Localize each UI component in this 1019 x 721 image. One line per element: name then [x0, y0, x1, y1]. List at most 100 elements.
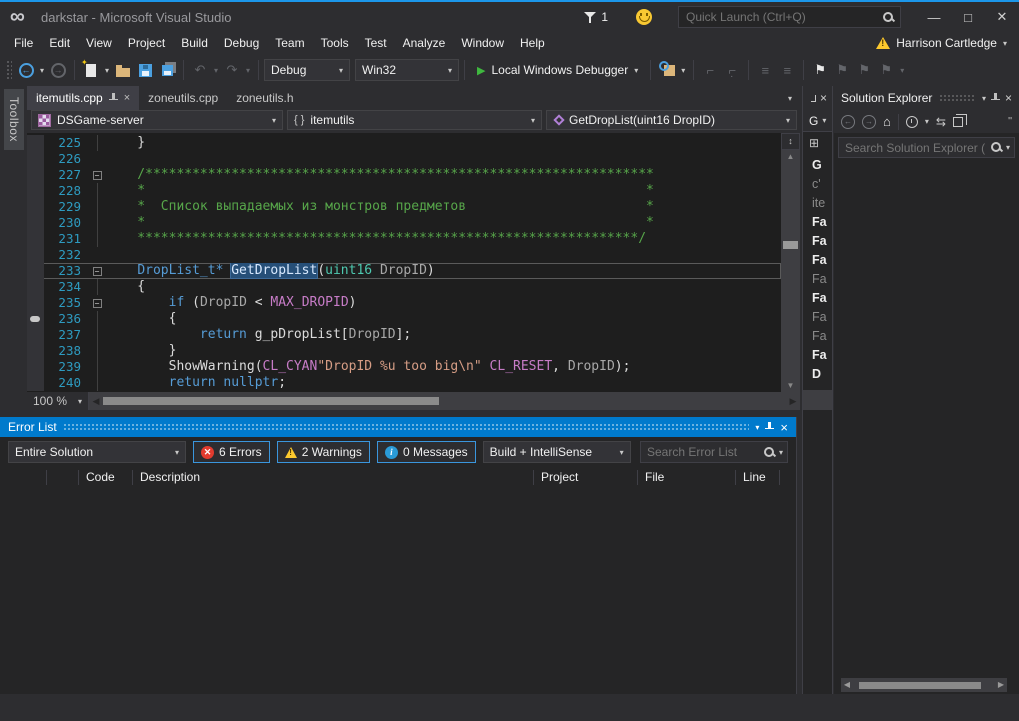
notifications-button[interactable]: 1	[584, 10, 608, 24]
strip-item[interactable]: Fa	[803, 308, 832, 327]
toolbox-tab[interactable]: Toolbox	[4, 89, 24, 150]
fold-collapse-icon[interactable]: −	[93, 267, 102, 276]
scroll-left-arrow[interactable]: ◀	[841, 678, 853, 692]
code-line-240[interactable]: 240 return nullptr;	[27, 375, 781, 391]
navigate-backward-button[interactable]: ←	[15, 58, 37, 82]
drag-grip[interactable]	[63, 423, 750, 432]
code-line-239[interactable]: 239 ShowWarning(CL_CYAN"DropID %u too bi…	[27, 359, 781, 375]
fold-collapse-icon[interactable]: −	[93, 299, 102, 308]
account-menu[interactable]: Harrison Cartledge ▾	[876, 36, 1007, 50]
menu-item-test[interactable]: Test	[357, 33, 395, 53]
strip-item[interactable]: Fa	[803, 346, 832, 365]
error-list-search-box[interactable]: ▾	[640, 441, 788, 463]
pin-icon[interactable]	[991, 93, 1000, 104]
save-all-button[interactable]	[156, 58, 178, 82]
strip-item[interactable]: Fa	[803, 327, 832, 346]
pin-icon[interactable]	[109, 93, 118, 104]
platform-dropdown[interactable]: Win32▾	[355, 59, 459, 81]
clear-bookmarks-button[interactable]: ⚑	[875, 58, 897, 82]
document-tab-zoneutils.cpp[interactable]: zoneutils.cpp	[139, 86, 227, 110]
forward-button[interactable]: →	[862, 115, 876, 129]
code-line-237[interactable]: 237 return g_pDropList[DropID];	[27, 327, 781, 343]
error-list-title-bar[interactable]: Error List ▾ ×	[0, 417, 796, 437]
zoom-level-dropdown[interactable]: 100 %▾	[27, 392, 89, 410]
menu-item-build[interactable]: Build	[173, 33, 216, 53]
code-line-232[interactable]: 232	[27, 247, 781, 263]
column-header-file[interactable]: File	[637, 470, 735, 485]
increase-indent-button[interactable]: ≡	[776, 58, 798, 82]
strip-item[interactable]: Fa	[803, 270, 832, 289]
new-item-dropdown[interactable]: ▾	[102, 66, 112, 75]
drag-grip[interactable]	[939, 94, 975, 103]
menu-item-project[interactable]: Project	[120, 33, 173, 53]
navigate-forward-button[interactable]: →	[47, 58, 69, 82]
document-tab-zoneutils.h[interactable]: zoneutils.h	[227, 86, 302, 110]
solution-explorer-search-box[interactable]: ▾	[838, 137, 1015, 158]
toolbar-overflow[interactable]: ''	[1008, 116, 1012, 127]
quick-launch-box[interactable]	[678, 6, 901, 28]
scroll-right-arrow[interactable]: ▶	[995, 678, 1007, 692]
strip-item[interactable]: Fa	[803, 213, 832, 232]
document-list-dropdown[interactable]: ▾	[780, 86, 800, 110]
code-line-234[interactable]: 234 {	[27, 279, 781, 295]
menu-item-file[interactable]: File	[6, 33, 41, 53]
code-editor[interactable]: 225 }226227− /**************************…	[27, 133, 800, 392]
menu-item-debug[interactable]: Debug	[216, 33, 267, 53]
attach-dropdown[interactable]: ▾	[678, 66, 688, 75]
scroll-up-arrow[interactable]: ▲	[781, 150, 800, 164]
menu-item-edit[interactable]: Edit	[41, 33, 78, 53]
filter-dropdown[interactable]: ▾	[925, 117, 929, 126]
scroll-right-arrow[interactable]: ▶	[786, 392, 800, 410]
undo-button[interactable]: ↶	[189, 58, 211, 82]
open-file-button[interactable]	[112, 58, 134, 82]
splitter-handle[interactable]: ↕	[781, 133, 800, 150]
pin-icon[interactable]	[765, 422, 774, 433]
search-options-dropdown[interactable]: ▾	[779, 448, 783, 457]
code-line-231[interactable]: 231 ************************************…	[27, 231, 781, 247]
nav-file-dropdown[interactable]: { } itemutils ▾	[287, 110, 542, 130]
maximize-button[interactable]: □	[951, 4, 985, 30]
back-button[interactable]: ←	[841, 115, 855, 129]
document-tab-itemutils.cpp[interactable]: itemutils.cpp×	[27, 86, 139, 110]
menu-item-window[interactable]: Window	[453, 33, 512, 53]
redo-button[interactable]: ↷	[221, 58, 243, 82]
menu-item-analyze[interactable]: Analyze	[395, 33, 454, 53]
pending-changes-filter-icon[interactable]	[906, 116, 918, 128]
code-line-233[interactable]: 233− DropList_t* GetDropList(uint16 Drop…	[27, 263, 781, 279]
column-header-line[interactable]: Line	[735, 470, 779, 485]
warnings-filter-button[interactable]: 2 Warnings	[277, 441, 370, 463]
errors-filter-button[interactable]: 6 Errors	[193, 441, 270, 463]
step-into-button[interactable]: ⌐̣	[721, 58, 743, 82]
close-icon[interactable]: ×	[780, 420, 788, 435]
feedback-smiley-icon[interactable]	[636, 9, 652, 25]
strip-item[interactable]: ite	[803, 194, 832, 213]
scrollbar-thumb[interactable]	[783, 241, 798, 249]
minimize-button[interactable]: —	[917, 4, 951, 30]
source-dropdown[interactable]: Build + IntelliSense▾	[483, 441, 631, 463]
save-button[interactable]	[134, 58, 156, 82]
code-line-228[interactable]: 228 * *	[27, 183, 781, 199]
editor-vertical-scrollbar[interactable]: ↕ ▲ ▼	[781, 133, 800, 392]
menu-item-help[interactable]: Help	[512, 33, 553, 53]
redo-dropdown[interactable]: ▾	[243, 66, 253, 75]
window-position-dropdown[interactable]: ▾	[982, 94, 986, 103]
strip-dropdown[interactable]: G ▾	[803, 110, 832, 132]
search-options-dropdown[interactable]: ▾	[1006, 143, 1010, 152]
strip-item[interactable]: Fa	[803, 232, 832, 251]
code-line-227[interactable]: 227− /**********************************…	[27, 167, 781, 183]
window-position-dropdown[interactable]: ▾	[755, 423, 759, 432]
strip-item[interactable]: Fa	[803, 289, 832, 308]
fold-collapse-icon[interactable]: −	[93, 171, 102, 180]
nav-member-dropdown[interactable]: GetDropList(uint16 DropID) ▾	[546, 110, 797, 130]
nav-project-dropdown[interactable]: DSGame-server ▾	[31, 110, 283, 130]
sync-with-active-document-icon[interactable]: ⇆	[936, 115, 946, 129]
column-header-project[interactable]: Project	[533, 470, 637, 485]
code-line-230[interactable]: 230 * *	[27, 215, 781, 231]
close-icon[interactable]: ×	[1005, 91, 1012, 105]
attach-to-process-button[interactable]	[656, 58, 678, 82]
strip-item[interactable]: Fa	[803, 251, 832, 270]
menu-item-team[interactable]: Team	[267, 33, 312, 53]
close-icon[interactable]: ×	[124, 92, 130, 104]
strip-item[interactable]: G	[803, 156, 832, 175]
code-line-226[interactable]: 226	[27, 151, 781, 167]
